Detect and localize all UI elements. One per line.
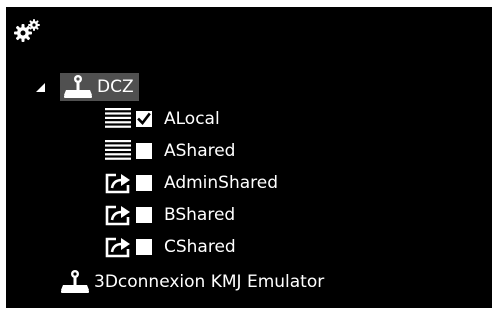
profile-row-alocal[interactable]: ALocal <box>104 105 220 133</box>
collapse-triangle-icon[interactable] <box>34 81 46 93</box>
profile-label: BShared <box>164 205 236 225</box>
profile-label: ALocal <box>164 109 220 129</box>
profile-row-cshared[interactable]: CShared <box>104 233 236 261</box>
device-label: 3Dconnexion KMJ Emulator <box>94 272 325 292</box>
profile-label: CShared <box>164 237 236 257</box>
profile-label: AdminShared <box>164 173 279 193</box>
device-node-3dconnexion[interactable]: 3Dconnexion KMJ Emulator <box>60 268 324 296</box>
profile-checkbox[interactable] <box>136 239 152 255</box>
profile-checkbox[interactable] <box>136 175 152 191</box>
device-node-dcz[interactable]: DCZ <box>60 73 139 101</box>
profile-row-bshared[interactable]: BShared <box>104 201 235 229</box>
profile-row-adminshared[interactable]: AdminShared <box>104 169 278 197</box>
joystick-device-icon <box>64 75 92 98</box>
profile-label: AShared <box>164 141 236 161</box>
joystick-device-icon <box>61 270 89 293</box>
checkmark-icon <box>137 112 151 125</box>
share-arrow-icon <box>105 237 130 258</box>
device-tree-panel: DCZ ALocal AShared AdminShared BShared C… <box>6 7 492 308</box>
tree-node-dcz: DCZ <box>34 73 139 101</box>
device-label: DCZ <box>97 77 134 97</box>
share-arrow-icon <box>105 205 130 226</box>
list-lines-icon <box>105 108 131 128</box>
profile-checkbox[interactable] <box>136 111 152 127</box>
profile-checkbox[interactable] <box>136 207 152 223</box>
profile-checkbox[interactable] <box>136 143 152 159</box>
share-arrow-icon <box>105 173 130 194</box>
settings-gears-icon[interactable] <box>12 17 44 45</box>
list-lines-icon <box>105 140 131 160</box>
profile-row-ashared[interactable]: AShared <box>104 137 235 165</box>
